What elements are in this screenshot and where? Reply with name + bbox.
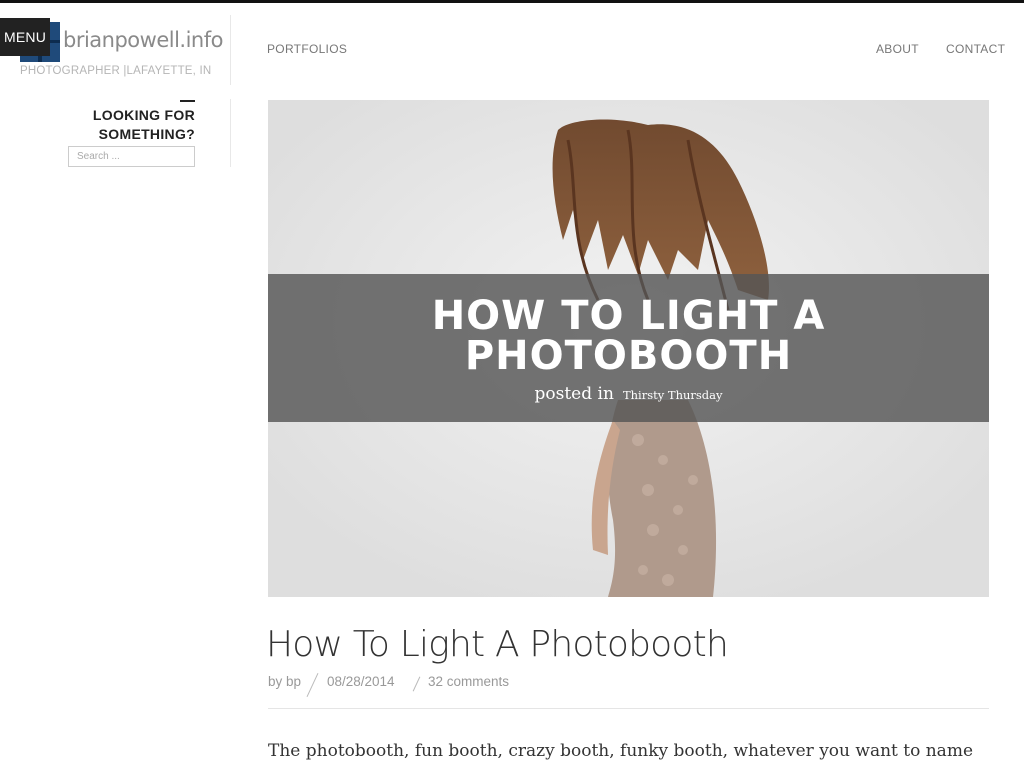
post-title[interactable]: How To Light A Photobooth (266, 624, 729, 665)
meta-separator (306, 673, 319, 697)
hero-title-line2: PHOTOBOOTH (464, 333, 793, 379)
hero-post-title[interactable]: HOW TO LIGHT A PHOTOBOOTH (268, 296, 989, 376)
post-comments-link[interactable]: 32 comments (428, 674, 509, 689)
hero-title-line1: HOW TO LIGHT A (431, 293, 826, 339)
site-tagline: PHOTOGRAPHER |LAFAYETTE, IN (20, 65, 212, 77)
top-border (0, 0, 1024, 3)
search-input[interactable] (68, 146, 195, 167)
post-author[interactable]: by bp (268, 674, 301, 689)
nav-portfolios-link[interactable]: PORTFOLIOS (267, 42, 347, 56)
widget-title-line2: SOMETHING? (98, 126, 195, 142)
meta-separator (412, 676, 421, 692)
widget-title-accent (180, 100, 195, 102)
post-excerpt: The photobooth, fun booth, crazy booth, … (268, 741, 974, 761)
posted-in-label: posted in (534, 384, 614, 404)
category-link[interactable]: Thirsty Thursday (623, 388, 723, 402)
nav-contact-link[interactable]: CONTACT (946, 42, 1005, 56)
nav-about-link[interactable]: ABOUT (876, 42, 919, 56)
menu-button[interactable]: MENU (0, 18, 50, 56)
sidebar-divider (230, 99, 231, 167)
featured-image[interactable]: HOW TO LIGHT A PHOTOBOOTH posted in Thir… (268, 100, 989, 597)
post-date[interactable]: 08/28/2014 (327, 674, 395, 689)
search-widget-title: LOOKING FOR SOMETHING? (35, 106, 195, 144)
hero-category-meta: posted in Thirsty Thursday (268, 384, 989, 404)
header-divider (230, 15, 231, 85)
post-meta-divider (268, 708, 989, 709)
site-title-link[interactable]: brianpowell.info (63, 28, 223, 52)
widget-title-line1: LOOKING FOR (92, 107, 195, 123)
